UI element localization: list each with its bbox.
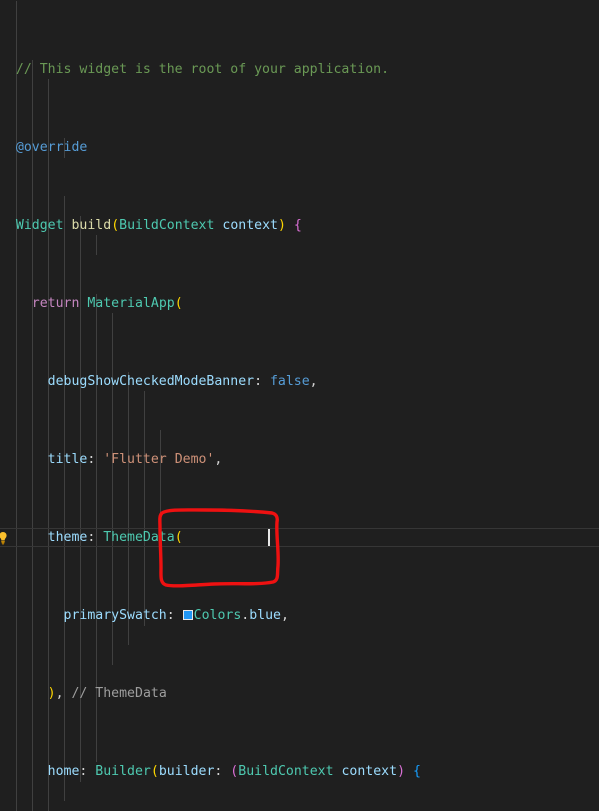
lightbulb-icon[interactable] [0,529,10,547]
annotation-token: @override [15,139,88,155]
string-token: 'Flutter Demo' [103,451,215,467]
code-line[interactable]: debugShowCheckedModeBanner: false, [0,372,599,392]
code-line[interactable]: return MaterialApp( [0,294,599,314]
code-line[interactable]: // This widget is the root of your appli… [0,60,599,80]
code-line[interactable]: Widget build(BuildContext context) { [0,216,599,236]
code-line[interactable]: ), // ThemeData [0,684,599,704]
trailing-comment: // ThemeData [71,685,167,701]
code-editor[interactable]: // This widget is the root of your appli… [0,0,599,811]
code-line[interactable]: primarySwatch: Colors.blue, [0,606,599,626]
color-swatch-icon[interactable] [182,609,193,620]
code-line[interactable]: theme: ThemeData( [0,528,599,548]
code-line[interactable]: @override [0,138,599,158]
code-content[interactable]: // This widget is the root of your appli… [0,1,599,811]
text-cursor [268,528,270,546]
comment-token: // This widget is the root of your appli… [15,61,390,77]
code-line[interactable]: title: 'Flutter Demo', [0,450,599,470]
code-line[interactable]: home: Builder(builder: (BuildContext con… [0,762,599,782]
